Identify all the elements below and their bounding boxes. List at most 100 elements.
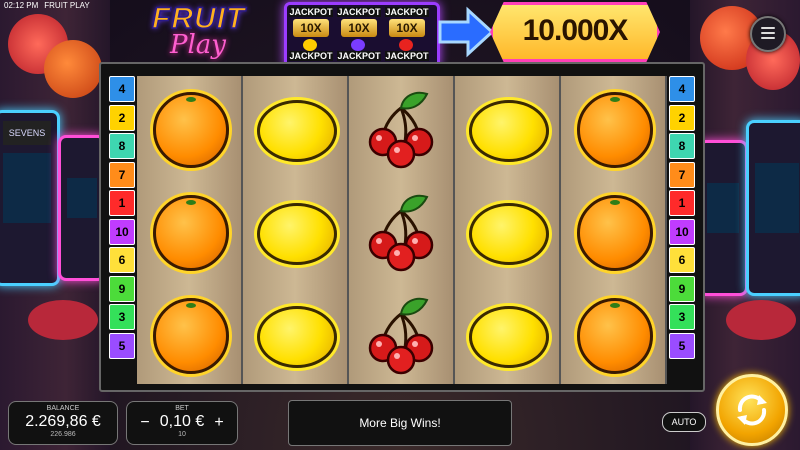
reel-symbol [349, 282, 453, 384]
jackpot-multiplier: 10X [389, 19, 425, 37]
reel-symbol [243, 179, 347, 281]
spin-button[interactable] [716, 374, 788, 446]
jackpot-label: JACKPOT [385, 7, 429, 17]
seven-icon [399, 39, 413, 51]
jackpot-2: JACKPOT 10X JACKPOT [337, 7, 381, 61]
payline-badge-right: 10 [669, 218, 695, 245]
reel-symbol [349, 179, 453, 281]
hamburger-icon [761, 27, 775, 42]
payline-badge-right: 7 [669, 161, 695, 188]
reel-symbol [349, 76, 453, 178]
reels-frame: 4 2 8 7 1 10 6 9 3 5 4 2 8 7 1 10 6 9 3 5 [99, 62, 705, 392]
payline-badge-right: 3 [669, 304, 695, 330]
payline-badge-left: 4 [109, 76, 135, 102]
bet-label: BET [175, 405, 189, 412]
max-win-value: 10.000X [522, 14, 629, 47]
logo-line-2: Play [170, 30, 226, 60]
slot-machine-right-1 [698, 140, 748, 296]
jackpot-1: JACKPOT 10X JACKPOT [289, 7, 333, 61]
autoplay-button[interactable]: AUTO [662, 412, 706, 432]
slot-machine-right-2 [746, 120, 800, 296]
payline-badge-right: 5 [669, 332, 695, 359]
balance-panel: BALANCE 2.269,86 € 226.986 [8, 401, 118, 445]
reel-symbol [561, 282, 665, 384]
reel-symbol [137, 282, 241, 384]
lemon-icon [257, 203, 337, 265]
machine-screen [755, 163, 799, 233]
message-text: More Big Wins! [359, 416, 441, 430]
payline-badge-left: 3 [109, 304, 135, 330]
payline-badge-left: 2 [109, 104, 135, 131]
payline-badge-right: 8 [669, 133, 695, 159]
jackpot-label: JACKPOT [289, 51, 333, 61]
stool-left [28, 300, 98, 340]
reel-1 [137, 76, 243, 384]
paylines-right: 4 2 8 7 1 10 6 9 3 5 [669, 76, 695, 361]
lemon-icon [469, 306, 549, 368]
reel-symbol [561, 179, 665, 281]
jackpot-panel: JACKPOT 10X JACKPOT JACKPOT 10X JACKPOT … [284, 2, 440, 68]
payline-badge-right: 2 [669, 104, 695, 131]
lemon-icon [257, 306, 337, 368]
menu-button[interactable] [750, 16, 786, 52]
clock: 02:12 PM [4, 1, 39, 10]
machine-screen [67, 178, 97, 218]
balance-credits: 226.986 [50, 431, 76, 438]
reel-3 [349, 76, 455, 384]
orange-icon [577, 298, 653, 374]
payline-badge-left: 8 [109, 133, 135, 159]
reel-symbol [455, 282, 559, 384]
jackpot-label: JACKPOT [337, 51, 381, 61]
reels-grid [137, 76, 667, 384]
jackpot-multiplier: 10X [341, 19, 377, 37]
orange-icon [153, 298, 229, 374]
bet-decrease-button[interactable]: − [137, 414, 153, 432]
reel-symbol [455, 76, 559, 178]
payline-badge-right: 4 [669, 76, 695, 102]
payline-badge-left: 7 [109, 161, 135, 188]
reel-2 [243, 76, 349, 384]
payline-badge-right: 9 [669, 275, 695, 302]
balance-label: BALANCE [46, 405, 80, 412]
grapes-icon [351, 39, 365, 51]
jackpot-label: JACKPOT [289, 7, 333, 17]
balance-value: 2.269,86 € [25, 413, 101, 430]
lemon-icon [469, 100, 549, 162]
banana-icon [303, 39, 317, 51]
paylines-left: 4 2 8 7 1 10 6 9 3 5 [109, 76, 135, 361]
reel-symbol [561, 76, 665, 178]
app-title: FRUIT PLAY [44, 1, 90, 10]
jackpot-multiplier: 10X [293, 19, 329, 37]
bet-panel: − BET 0,10 € 10 + [126, 401, 238, 445]
apple-decoration [44, 40, 102, 98]
payline-badge-left: 1 [109, 190, 135, 216]
payline-badge-right: 1 [669, 190, 695, 216]
payline-badge-left: 5 [109, 332, 135, 359]
orange-icon [153, 195, 229, 271]
reel-symbol [243, 76, 347, 178]
status-bar: 02:12 PM FRUIT PLAY [0, 0, 96, 12]
machine-screen [707, 183, 739, 233]
orange-icon [577, 92, 653, 168]
jackpot-label: JACKPOT [385, 51, 429, 61]
reel-5 [561, 76, 667, 384]
payline-badge-left: 6 [109, 247, 135, 273]
bet-increase-button[interactable]: + [211, 414, 227, 432]
message-panel: More Big Wins! [288, 400, 512, 446]
jackpot-3: JACKPOT 10X JACKPOT [385, 7, 429, 61]
stool-right [726, 300, 796, 340]
max-win-banner: 10.000X [490, 2, 660, 62]
payline-badge-left: 10 [109, 218, 135, 245]
orange-icon [577, 195, 653, 271]
reel-symbol [455, 179, 559, 281]
machine-sign: SEVENS [3, 121, 51, 145]
background-left: SEVENS [0, 0, 110, 450]
machine-screen [3, 153, 51, 223]
orange-icon [153, 92, 229, 168]
jackpot-label: JACKPOT [337, 7, 381, 17]
spin-icon [737, 394, 767, 426]
reel-symbol [137, 179, 241, 281]
reel-symbol [137, 76, 241, 178]
slot-machine-left-1: SEVENS [0, 110, 60, 286]
bet-credits: 10 [178, 431, 186, 438]
